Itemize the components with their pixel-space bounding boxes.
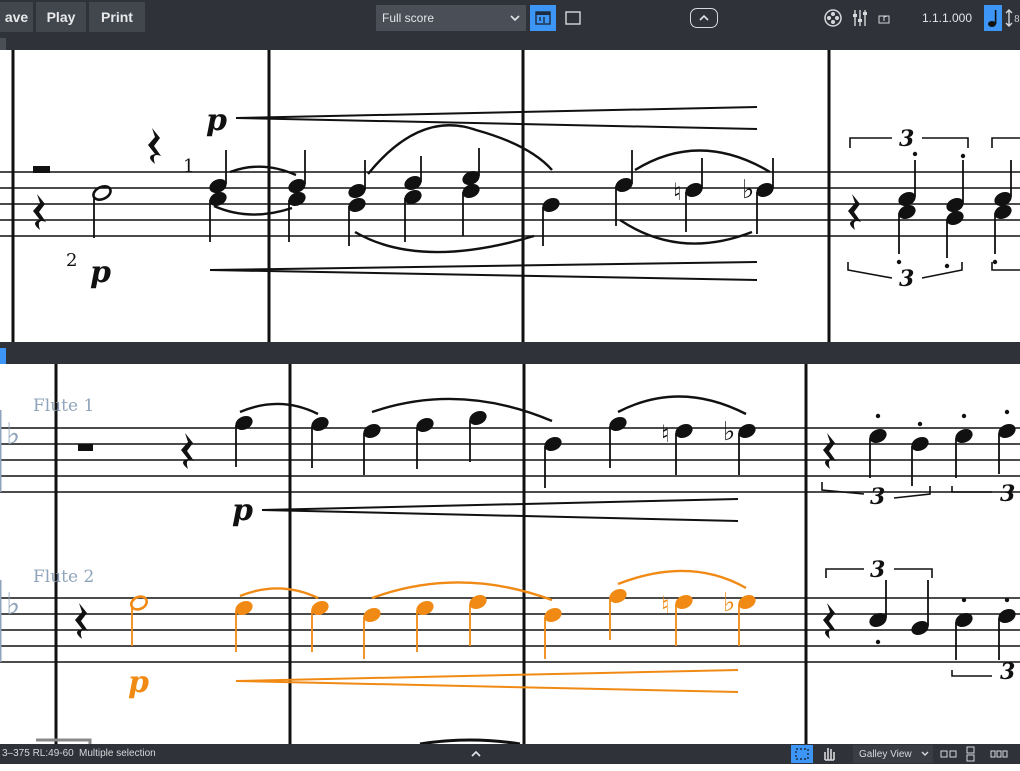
view-type-select[interactable]: Galley View: [853, 745, 933, 763]
stems: [209, 148, 1012, 258]
view-type-label: Galley View: [859, 749, 912, 760]
chevron-down-icon: [510, 15, 520, 22]
dynamic-marking[interactable]: p: [90, 255, 111, 290]
quarter-rest[interactable]: [848, 194, 861, 230]
mixer-icon: [853, 10, 867, 26]
half-rest[interactable]: [33, 166, 50, 173]
mixer-button[interactable]: [848, 5, 874, 31]
range-readout: 3–375 RL:49-60: [2, 748, 74, 759]
flat-sign[interactable]: ♭: [723, 417, 735, 447]
save-button[interactable]: ave: [0, 2, 33, 32]
tuplet-number[interactable]: 3: [899, 266, 914, 292]
page-view-button[interactable]: [530, 5, 556, 31]
quarter-rest[interactable]: [33, 194, 46, 230]
quarter-rest[interactable]: [823, 603, 836, 639]
hairpin[interactable]: [235, 669, 739, 693]
flute1-slurs[interactable]: [239, 395, 747, 423]
half-rest[interactable]: [78, 444, 93, 451]
dynamic-marking[interactable]: p: [232, 493, 253, 528]
svg-text:8: 8: [1014, 15, 1019, 25]
chevron-down-icon: [921, 751, 929, 756]
natural-sign[interactable]: ♮: [661, 591, 670, 619]
view-layout-icon[interactable]: [965, 746, 977, 762]
top-pane-score: 1 2 p p ♮ ♭ 3 3: [0, 50, 1020, 342]
flat-sign: ♭: [6, 417, 20, 452]
flute2-slurs[interactable]: [239, 569, 747, 602]
galley-score: Flute 1 Flute 2 ♭ ♭ ♮ ♭ 3 3 p ♮ ♭ p 3 3: [0, 364, 1020, 744]
dynamic-marking[interactable]: p: [206, 103, 227, 138]
bottom-pane-tab[interactable]: [0, 348, 6, 364]
quarter-rest[interactable]: [75, 603, 88, 639]
tuplet-number[interactable]: 3: [899, 126, 914, 152]
window-icon: [565, 11, 581, 25]
selection-readout: Multiple selection: [79, 748, 156, 759]
flat-sign: ♭: [6, 587, 20, 622]
collapse-panel-button[interactable]: [690, 8, 718, 28]
layout-selector[interactable]: Full score: [376, 5, 526, 31]
status-bar: 3–375 RL:49-60 Multiple selection Galley…: [0, 744, 1020, 764]
note-small-icon: [878, 15, 890, 24]
flute2-next-notes[interactable]: [867, 606, 1018, 637]
hand-icon: [824, 748, 835, 761]
chevron-up-icon[interactable]: [471, 750, 481, 758]
marquee-select-button[interactable]: [791, 745, 813, 763]
film-reel-icon: [824, 9, 842, 27]
flute1-staff-lines: [0, 427, 1020, 493]
hairpin[interactable]: [235, 106, 758, 130]
tuplet-bracket[interactable]: [847, 137, 1020, 279]
vertical-arrows-icon: 8: [1005, 9, 1019, 27]
view-layout-icon[interactable]: [990, 750, 1008, 758]
tuplet-number[interactable]: 3: [870, 557, 885, 583]
instrument-name[interactable]: Flute 2: [33, 567, 94, 587]
tuplet-number[interactable]: 3: [1000, 481, 1015, 507]
print-button[interactable]: Print: [89, 2, 145, 32]
flute2-next-stems: [885, 580, 1000, 660]
note-input-button[interactable]: [984, 5, 1002, 31]
fingering: 1: [183, 156, 194, 177]
natural-sign[interactable]: ♮: [661, 420, 670, 448]
chord-notes[interactable]: [207, 168, 1014, 227]
top-pane-tab-strip: [0, 36, 1020, 50]
instrument-name[interactable]: Flute 1: [33, 396, 94, 416]
tuplet-number[interactable]: 3: [1000, 659, 1015, 685]
video-button[interactable]: [820, 5, 846, 31]
window-view-button[interactable]: [560, 5, 586, 31]
staccato-dots: [875, 409, 1010, 427]
view-layout-icon[interactable]: [940, 749, 958, 759]
flute1-notes[interactable]: [233, 408, 1018, 453]
position-readout: 1.1.1.000: [921, 11, 973, 25]
hairpin[interactable]: [261, 498, 739, 522]
top-pane-tab[interactable]: [0, 38, 6, 50]
quarter-rest[interactable]: [181, 433, 194, 469]
quarter-note-icon: [988, 10, 997, 27]
flat-sign[interactable]: ♭: [742, 175, 754, 205]
quarter-rest[interactable]: [148, 128, 161, 164]
quarter-rest[interactable]: [823, 433, 836, 469]
flat-sign[interactable]: ♭: [723, 588, 735, 618]
bottom-pane-tab-strip: [0, 342, 1020, 364]
staff-lines: [0, 171, 1020, 237]
tuplet-bracket[interactable]: [821, 482, 992, 499]
fingering: 2: [66, 250, 77, 271]
midi-button[interactable]: [874, 5, 894, 31]
tuplet-number[interactable]: 3: [870, 484, 885, 510]
marquee-icon: [795, 748, 809, 760]
play-button[interactable]: Play: [36, 2, 86, 32]
natural-sign[interactable]: ♮: [673, 178, 682, 206]
flute2-staff-lines: [0, 597, 1020, 663]
spacing-button[interactable]: 8: [1003, 5, 1020, 31]
staccato-dots: [875, 597, 1010, 645]
chevron-up-icon: [699, 14, 709, 21]
dynamic-marking[interactable]: p: [128, 665, 149, 700]
main-toolbar: ave Play Print Full score 1.1.1.000 8: [0, 0, 1020, 37]
layout-selector-label: Full score: [382, 11, 435, 25]
hand-tool-button[interactable]: [818, 745, 840, 763]
hairpin[interactable]: [209, 261, 758, 281]
page-view-icon: [535, 11, 551, 25]
